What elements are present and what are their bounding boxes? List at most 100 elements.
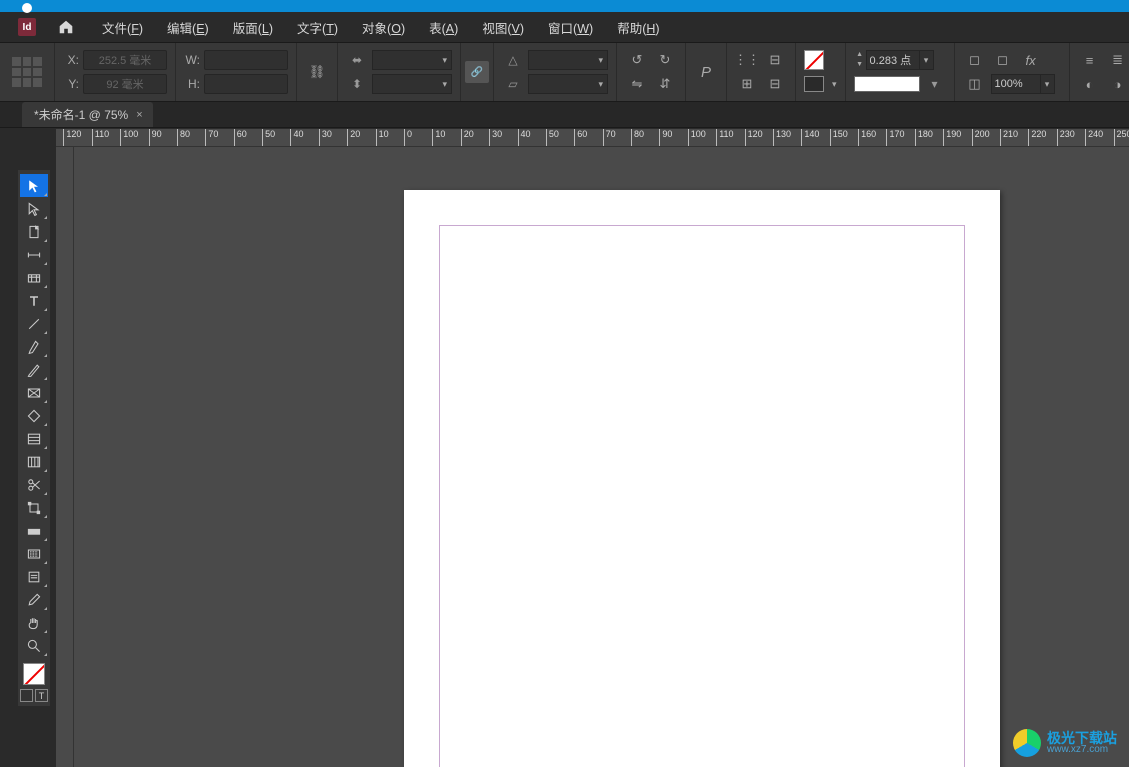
corner-rounded-icon[interactable]: ◻ [991,49,1015,71]
watermark-logo-icon [1013,729,1041,757]
scale-x-input[interactable] [372,50,452,70]
reference-point-selector[interactable] [12,57,42,87]
type-tool[interactable] [20,289,48,312]
swatch-dropdown-icon[interactable]: ▾ [832,79,837,90]
scissors-tool[interactable] [20,473,48,496]
opacity-stepper[interactable]: ▾ [991,73,1061,95]
menu-window[interactable]: 窗口(W) [538,18,603,37]
window-control-icon [22,3,32,13]
w-label: W: [184,53,200,67]
text-wrap-around-icon[interactable]: ≣ [1106,49,1129,71]
document-page[interactable] [404,190,1000,767]
menu-table[interactable]: 表(A) [419,18,468,37]
clip-indicator-icon[interactable]: 🔗 [465,61,489,83]
horizontal-ruler[interactable]: 1301201101009080706050403020100102030405… [56,129,1129,147]
y-input[interactable]: 92 毫米 [83,74,167,94]
page-tool[interactable] [20,220,48,243]
menu-edit[interactable]: 编辑(E) [157,18,219,37]
menu-view[interactable]: 视图(V) [472,18,534,37]
horizontal-grid-tool[interactable] [20,427,48,450]
apply-color-icon[interactable] [20,689,33,702]
y-label: Y: [63,77,79,91]
document-tab[interactable]: *未命名-1 @ 75% × [22,102,153,127]
zoom-tool[interactable] [20,634,48,657]
text-wrap-none-icon[interactable]: ≡ [1078,49,1102,71]
free-transform-tool[interactable] [20,496,48,519]
direct-selection-tool[interactable] [20,197,48,220]
gap-tool[interactable] [20,243,48,266]
page-margin-guide [439,225,965,767]
gradient-feather-tool[interactable] [20,542,48,565]
x-input[interactable]: 252.5 毫米 [83,50,167,70]
canvas-area[interactable] [74,147,1129,767]
corner-options-icon[interactable]: ◻ [963,49,987,71]
x-label: X: [63,53,79,67]
pen-tool[interactable] [20,335,48,358]
content-collector-tool[interactable] [20,266,48,289]
effects-button[interactable]: fx [1019,49,1043,71]
gradient-swatch-tool[interactable] [20,519,48,542]
control-bar: X: 252.5 毫米 Y: 92 毫米 W: H: ⛓ ⬌ ⬍ 🔗 △ ▱ ↺ [0,42,1129,102]
stroke-weight-dropdown-icon[interactable]: ▾ [920,50,934,70]
shear-input[interactable] [528,74,608,94]
vertical-ruler[interactable] [56,147,74,767]
rotate-ccw-icon[interactable]: ↺ [625,49,649,71]
scale-x-icon[interactable]: ⬌ [346,50,368,70]
rotate-input[interactable] [528,50,608,70]
stroke-style-preview[interactable] [854,76,920,92]
shear-icon[interactable]: ▱ [502,74,524,94]
watermark: 极光下载站 www.xz7.com [1013,729,1117,757]
pencil-tool[interactable] [20,358,48,381]
h-label: H: [184,77,200,91]
selection-tool[interactable] [20,174,48,197]
menu-type[interactable]: 文字(T) [287,18,348,37]
color-theme-tool[interactable] [20,588,48,611]
step-down-icon[interactable]: ▼ [854,60,866,70]
rectangle-frame-tool[interactable] [20,381,48,404]
menu-object[interactable]: 对象(O) [352,18,415,37]
feather-icon[interactable]: ◑ [1106,73,1129,95]
h-input[interactable] [204,74,288,94]
line-tool[interactable] [20,312,48,335]
hand-tool[interactable] [20,611,48,634]
step-up-icon[interactable]: ▲ [854,50,866,60]
tools-panel: T [18,170,50,706]
rotate-cw-icon[interactable]: ↻ [653,49,677,71]
vertical-grid-tool[interactable] [20,450,48,473]
rectangle-tool[interactable] [20,404,48,427]
distribute-vertical-icon[interactable]: ⊟ [763,73,787,95]
stroke-weight-input[interactable] [866,50,920,70]
scale-y-input[interactable] [372,74,452,94]
drop-shadow-icon[interactable]: ◐ [1078,73,1102,95]
clear-transform-icon[interactable]: P [694,61,718,83]
menu-file[interactable]: 文件(F) [92,18,153,37]
home-icon[interactable] [54,15,78,39]
opacity-input[interactable] [991,74,1041,94]
distribute-icon[interactable]: ⊞ [735,73,759,95]
flip-vertical-icon[interactable]: ⇵ [653,73,677,95]
align-horizontal-icon[interactable]: ⊟ [763,49,787,71]
apply-text-icon[interactable]: T [35,689,48,702]
menu-layout[interactable]: 版面(L) [223,18,283,37]
document-tab-title: *未命名-1 @ 75% [34,106,128,123]
flip-horizontal-icon[interactable]: ⇋ [625,73,649,95]
title-bar [0,0,1129,12]
fill-swatch-none-icon[interactable] [804,50,824,70]
align-panel-icon[interactable]: ⋮⋮ [735,49,759,71]
opacity-icon[interactable]: ◫ [963,73,987,95]
opacity-dropdown-icon[interactable]: ▾ [1041,74,1055,94]
scale-y-icon[interactable]: ⬍ [346,74,368,94]
watermark-line1: 极光下载站 [1047,731,1117,745]
note-tool[interactable] [20,565,48,588]
close-icon[interactable]: × [136,109,142,121]
w-input[interactable] [204,50,288,70]
stroke-swatch-icon[interactable] [804,76,824,92]
app-logo-icon: Id [18,18,36,36]
watermark-line2: www.xz7.com [1047,745,1117,755]
stroke-style-dropdown-icon[interactable]: ▾ [924,74,946,94]
rotate-icon[interactable]: △ [502,50,524,70]
menu-help[interactable]: 帮助(H) [607,18,669,37]
constrain-proportions-icon[interactable]: ⛓ [305,61,329,83]
fill-stroke-swatch[interactable] [23,663,45,685]
stroke-weight-stepper[interactable]: ▲▼ ▾ [854,49,934,71]
